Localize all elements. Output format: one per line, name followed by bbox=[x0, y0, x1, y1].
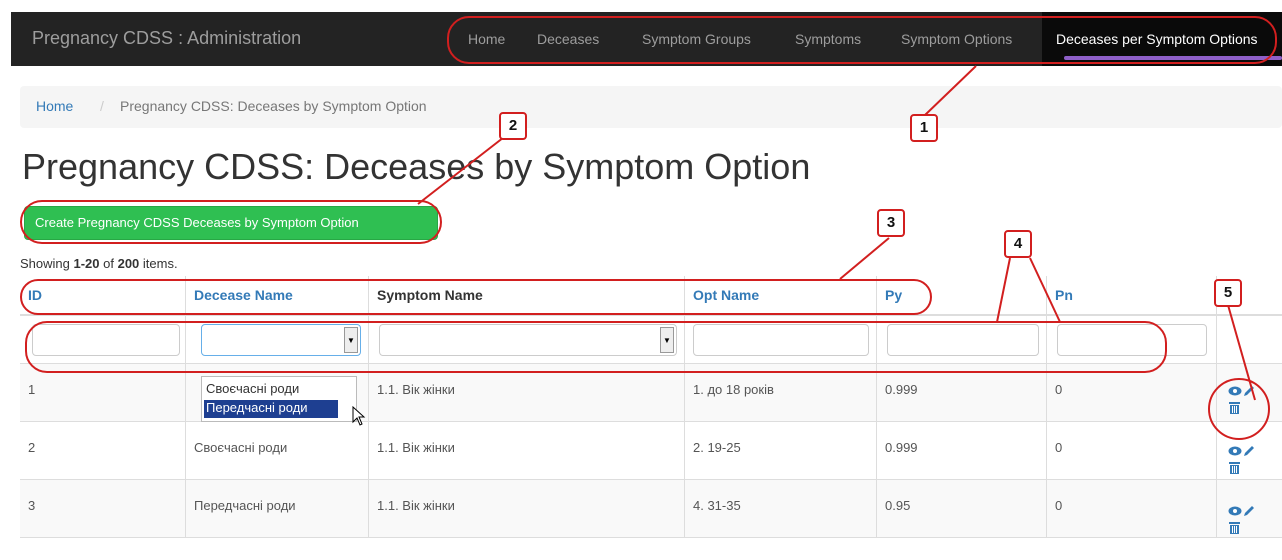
row-actions bbox=[1228, 506, 1258, 546]
table-row: 3 Передчасні роди 1.1. Вік жінки 4. 31-3… bbox=[20, 480, 1282, 538]
cell-decease-name: Передчасні роди bbox=[185, 480, 368, 537]
decease-dropdown-list[interactable]: Своєчасні роди Передчасні роди bbox=[201, 376, 357, 422]
cell-decease-name: Своєчасні роди bbox=[185, 422, 368, 479]
annotation-badge-4: 4 bbox=[1004, 230, 1032, 258]
dropdown-option-highlighted[interactable]: Передчасні роди bbox=[204, 400, 338, 418]
view-icon[interactable] bbox=[1228, 446, 1242, 456]
cell-symptom-name: 1.1. Вік жінки bbox=[368, 422, 684, 479]
summary-prefix: Showing bbox=[20, 256, 74, 271]
cell-id: 2 bbox=[28, 440, 36, 455]
annotation-badge-5: 5 bbox=[1214, 279, 1242, 307]
filter-cell-actions bbox=[1216, 316, 1282, 363]
cell-py: 0.999 bbox=[876, 422, 1046, 479]
delete-trash-icon[interactable] bbox=[1229, 521, 1240, 534]
annotation-outline-headers bbox=[20, 279, 932, 315]
breadcrumb: Home / Pregnancy CDSS: Deceases by Sympt… bbox=[20, 86, 1282, 128]
row-actions bbox=[1228, 446, 1258, 486]
header-pn[interactable]: Pn bbox=[1046, 276, 1216, 314]
annotation-badge-1: 1 bbox=[910, 114, 938, 142]
breadcrumb-separator: / bbox=[100, 98, 104, 114]
summary-suffix: items. bbox=[139, 256, 178, 271]
delete-trash-icon[interactable] bbox=[1229, 461, 1240, 474]
cell-opt-name: 4. 31-35 bbox=[684, 480, 876, 537]
breadcrumb-home-link[interactable]: Home bbox=[36, 98, 73, 114]
mouse-cursor-icon bbox=[352, 406, 366, 426]
cell-opt-name: 2. 19-25 bbox=[684, 422, 876, 479]
annotation-badge-3: 3 bbox=[877, 209, 905, 237]
cell-pn: 0 bbox=[1046, 422, 1216, 479]
summary-range: 1-20 bbox=[73, 256, 100, 271]
edit-pencil-icon[interactable] bbox=[1243, 445, 1255, 457]
annotation-outline-nav bbox=[447, 16, 1277, 64]
page-title: Pregnancy CDSS: Deceases by Symptom Opti… bbox=[22, 146, 811, 187]
annotation-outline-create-button bbox=[20, 200, 442, 244]
items-summary: Showing 1-20 of 200 items. bbox=[20, 256, 178, 271]
annotation-outline-filters bbox=[25, 321, 1167, 373]
table-row: 2 Своєчасні роди 1.1. Вік жінки 2. 19-25… bbox=[20, 422, 1282, 480]
cell-symptom-name: 1.1. Вік жінки bbox=[368, 480, 684, 537]
cell-id: 3 bbox=[28, 498, 36, 513]
brand-title[interactable]: Pregnancy CDSS : Administration bbox=[32, 28, 301, 49]
edit-pencil-icon[interactable] bbox=[1243, 505, 1255, 517]
view-icon[interactable] bbox=[1228, 506, 1242, 516]
annotation-badge-2: 2 bbox=[499, 112, 527, 140]
annotation-outline-actions bbox=[1208, 378, 1270, 440]
summary-of: of bbox=[99, 256, 118, 271]
dropdown-option[interactable]: Своєчасні роди bbox=[204, 381, 338, 399]
cell-py: 0.95 bbox=[876, 480, 1046, 537]
cell-pn: 0 bbox=[1046, 480, 1216, 537]
summary-total: 200 bbox=[117, 256, 140, 271]
breadcrumb-current: Pregnancy CDSS: Deceases by Symptom Opti… bbox=[120, 98, 427, 114]
